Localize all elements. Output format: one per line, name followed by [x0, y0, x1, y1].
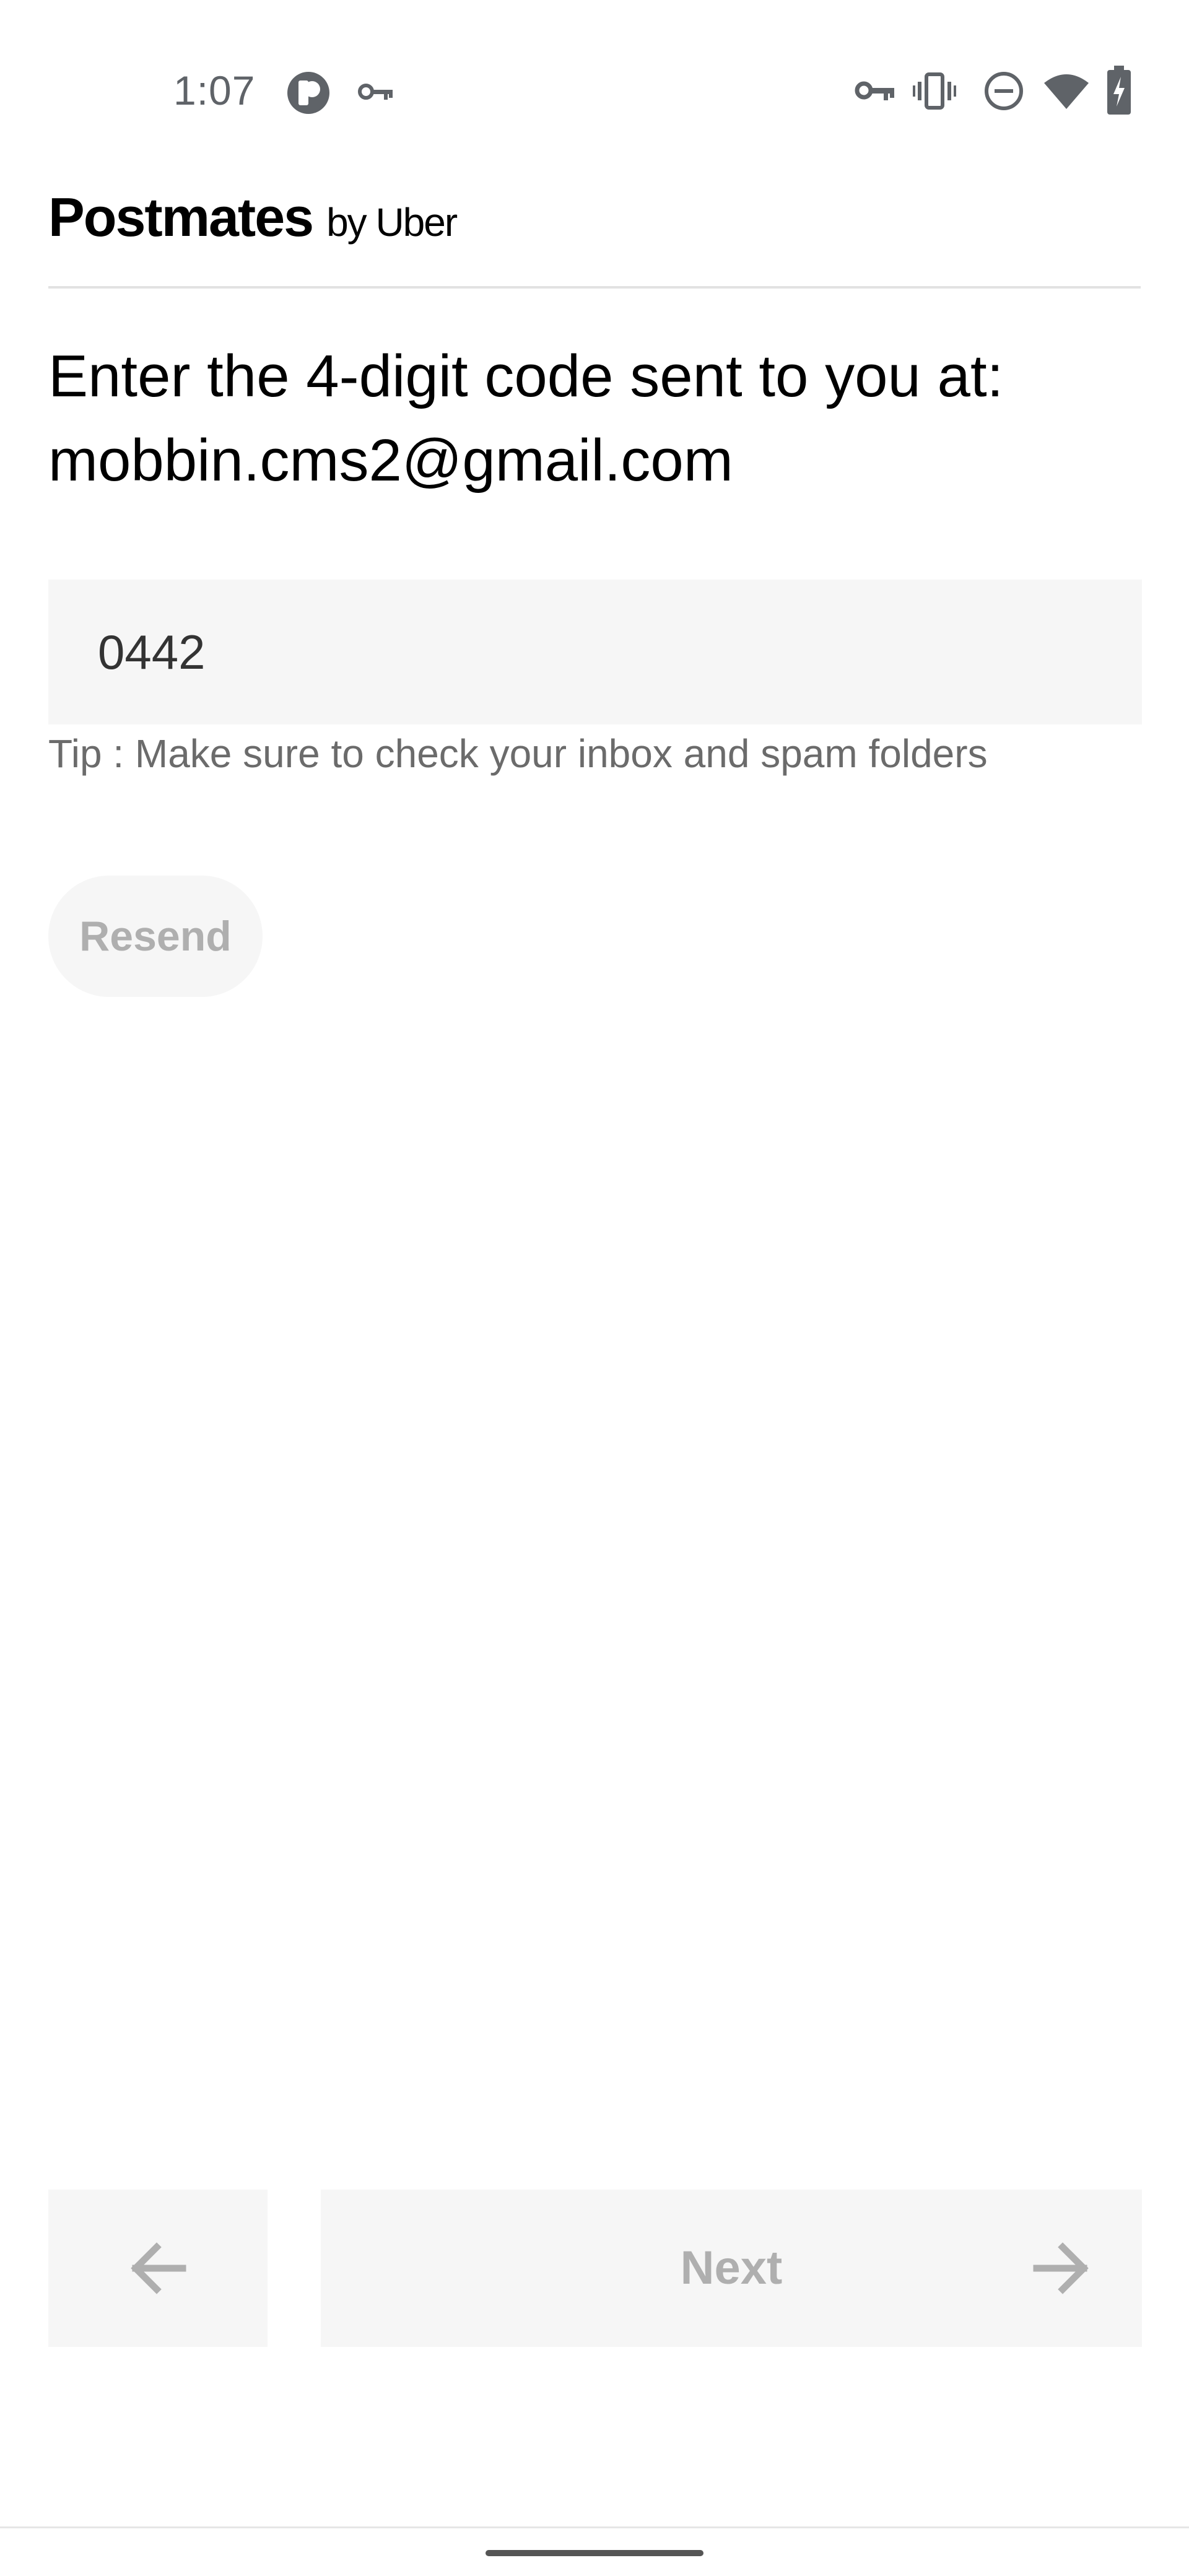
- back-button[interactable]: [48, 2190, 268, 2347]
- vpn-key-icon: [358, 84, 393, 100]
- brand-logo: Postmates by Uber: [48, 186, 458, 254]
- wifi-icon: [1044, 74, 1089, 109]
- header-divider: [48, 286, 1141, 289]
- brand-suffix: by Uber: [326, 200, 458, 245]
- navigation-bar-divider: [0, 2526, 1189, 2528]
- next-label: Next: [680, 2242, 783, 2294]
- brand-name: Postmates: [48, 186, 314, 248]
- status-bar: 1:07: [0, 0, 1189, 161]
- vpn-key-icon: [855, 81, 894, 100]
- tip-text: Tip : Make sure to check your inbox and …: [48, 731, 988, 776]
- arrow-left-icon: [131, 2242, 186, 2294]
- battery-charging-icon: [1107, 66, 1131, 115]
- app-notification-icon: [287, 72, 329, 114]
- verification-code-input[interactable]: [48, 580, 1142, 724]
- resend-button[interactable]: Resend: [48, 876, 263, 997]
- email-address: mobbin.cms2@gmail.com: [48, 427, 733, 494]
- home-indicator[interactable]: [486, 2550, 703, 2556]
- next-button[interactable]: Next: [321, 2190, 1142, 2347]
- vibrate-icon: [913, 72, 956, 110]
- verification-prompt: Enter the 4-digit code sent to you at: m…: [48, 334, 1151, 503]
- do-not-disturb-icon: [985, 72, 1023, 110]
- arrow-right-icon: [1033, 2242, 1089, 2294]
- prompt-text: Enter the 4-digit code sent to you at:: [48, 343, 1004, 409]
- status-time: 1:07: [173, 67, 256, 113]
